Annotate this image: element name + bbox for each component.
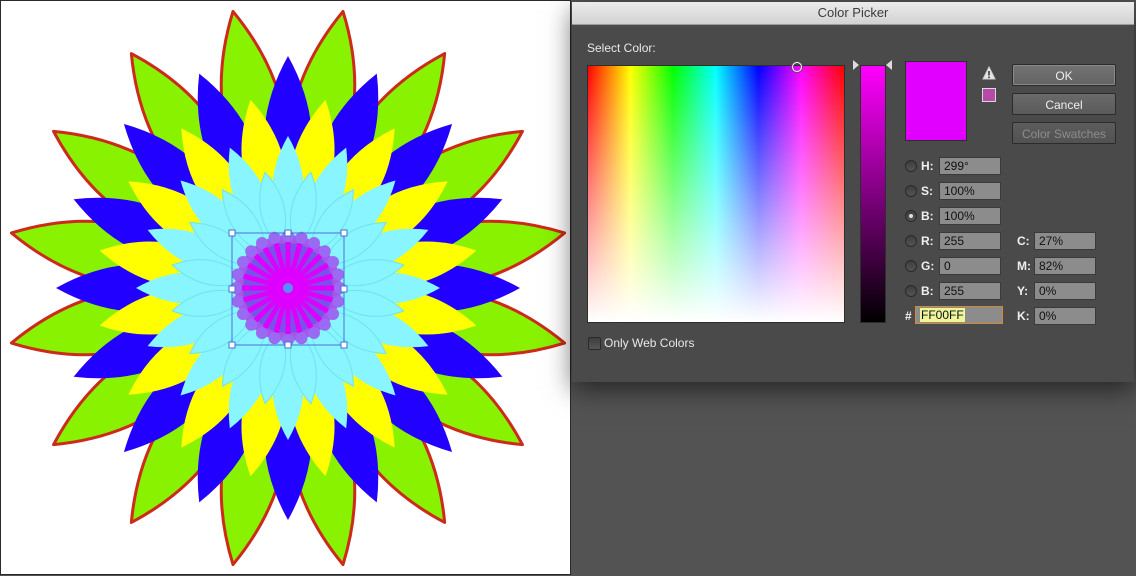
color-slider[interactable] (860, 65, 886, 323)
hex-field[interactable]: FF00FF (915, 306, 1003, 324)
ok-button[interactable]: OK (1012, 64, 1116, 86)
brightness-label: B: (921, 209, 934, 223)
hex-value: FF00FF (920, 308, 965, 322)
saturation-field[interactable]: 100% (939, 182, 1001, 200)
center-dot (332, 268, 345, 281)
center-dot (256, 327, 268, 340)
center-dot (256, 236, 268, 249)
only-web-colors-label: Only Web Colors (604, 336, 695, 350)
red-label: R: (921, 234, 934, 248)
selection-handle[interactable] (228, 341, 236, 349)
color-field[interactable] (587, 62, 845, 323)
selection-handle[interactable] (340, 285, 348, 293)
center-dot (327, 256, 340, 268)
yellow-field[interactable]: 0% (1034, 282, 1096, 300)
green-label: G: (921, 259, 935, 273)
cancel-button[interactable]: Cancel (1012, 93, 1116, 115)
selection-handle[interactable] (228, 285, 236, 293)
mandala-artwork[interactable] (1, 1, 572, 576)
saturation-label: S: (921, 184, 933, 198)
color-picker-dialog: Color Picker Select Color: OK Cancel Col… (572, 2, 1134, 382)
new-color-swatch (905, 61, 967, 141)
center-dot (308, 327, 320, 340)
gamut-color-swatch[interactable] (982, 88, 996, 102)
hue-radio[interactable] (905, 160, 917, 172)
magenta-label: M: (1017, 259, 1031, 273)
blue-radio[interactable] (905, 285, 917, 297)
center-dot (236, 256, 249, 268)
center-dot (236, 308, 249, 320)
hue-field[interactable]: 299° (939, 157, 1001, 175)
color-field-marker[interactable] (792, 62, 802, 72)
black-label: K: (1017, 309, 1030, 323)
red-radio[interactable] (905, 235, 917, 247)
brightness-field[interactable]: 100% (939, 207, 1001, 225)
saturation-radio[interactable] (905, 185, 917, 197)
center-dot (245, 245, 258, 258)
selection-handle[interactable] (284, 341, 292, 349)
slider-left-arrow-icon[interactable] (853, 60, 859, 70)
selection-handle[interactable] (228, 229, 236, 237)
center-dot (308, 236, 320, 249)
magenta-field[interactable]: 82% (1034, 257, 1096, 275)
slider-right-arrow-icon[interactable] (886, 60, 892, 70)
green-radio[interactable] (905, 260, 917, 272)
hex-label: # (905, 309, 912, 323)
center-dot (318, 318, 331, 331)
center-dot (295, 332, 308, 345)
blue-label: B: (921, 284, 934, 298)
selection-handle[interactable] (284, 229, 292, 237)
cyan-field[interactable]: 27% (1034, 232, 1096, 250)
black-field[interactable]: 0% (1034, 307, 1096, 325)
selection-handle[interactable] (340, 341, 348, 349)
hue-label: H: (921, 159, 934, 173)
color-swatches-button[interactable]: Color Swatches (1012, 122, 1116, 144)
artboard-canvas[interactable] (0, 0, 571, 575)
center-dot (295, 231, 308, 244)
red-field[interactable]: 255 (939, 232, 1001, 250)
selection-handle[interactable] (340, 229, 348, 237)
only-web-colors-checkbox[interactable] (588, 337, 601, 350)
green-field[interactable]: 0 (939, 257, 1001, 275)
center-dot (332, 295, 345, 308)
yellow-label: Y: (1017, 284, 1029, 298)
cyan-label: C: (1017, 234, 1030, 248)
select-color-label: Select Color: (587, 41, 656, 55)
center-dot (245, 318, 258, 331)
center-dot (231, 268, 244, 281)
center-dot (318, 245, 331, 258)
gamut-warning-icon[interactable] (982, 66, 996, 80)
center-dot (327, 308, 340, 320)
blue-field[interactable]: 255 (939, 282, 1001, 300)
center-dot (231, 295, 244, 308)
center-hub (283, 283, 293, 293)
dialog-title: Color Picker (572, 2, 1134, 25)
center-dot (268, 231, 281, 244)
center-dot (268, 332, 281, 345)
brightness-radio[interactable] (905, 210, 917, 222)
